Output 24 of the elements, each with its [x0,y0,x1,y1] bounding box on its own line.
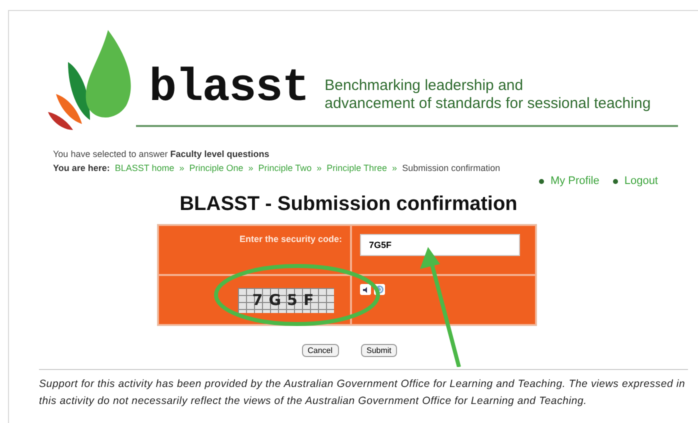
form-button[interactable]: Submit [360,344,398,357]
breadcrumb-link[interactable]: Principle Two [258,163,312,173]
breadcrumb-current: Submission confirmation [402,163,500,173]
page-title: BLASST - Submission confirmation [178,193,518,216]
speaker-icon[interactable] [360,284,371,295]
tagline-text: Benchmarking leadership and [324,77,524,95]
captcha-image: 7G5F [238,288,334,312]
breadcrumb-separator-icon: » [316,163,322,173]
user-link[interactable]: Logout [613,175,658,187]
breadcrumb-link[interactable]: Principle One [189,163,244,173]
tagline-text: advancement of standards for sessional teaching [324,95,651,113]
form-button[interactable]: Cancel [302,344,338,357]
footer-text: Support for this activity has been provided by the Australian Government Office for Learning and Teaching. The views expressed in this activity do not necessarily reflect the views of the Australian Government Office for Learning and Teaching. [39,377,686,409]
breadcrumb-separator-icon: » [248,163,254,173]
security-code-label: Enter the security code: [239,234,342,244]
breadcrumb-separator-icon: » [392,163,398,173]
breadcrumb-link[interactable]: Principle Three [326,163,388,173]
user-link[interactable]: My Profile [539,175,600,187]
logo-text: blasst [149,65,309,111]
breadcrumb-label: You are here: [53,163,110,173]
selection-note: You have selected to answer Faculty level questions [53,149,270,159]
breadcrumb-link[interactable]: BLASST home [114,163,174,173]
breadcrumb-separator-icon: » [179,163,184,173]
security-code-field[interactable]: 7G5F [360,234,520,256]
